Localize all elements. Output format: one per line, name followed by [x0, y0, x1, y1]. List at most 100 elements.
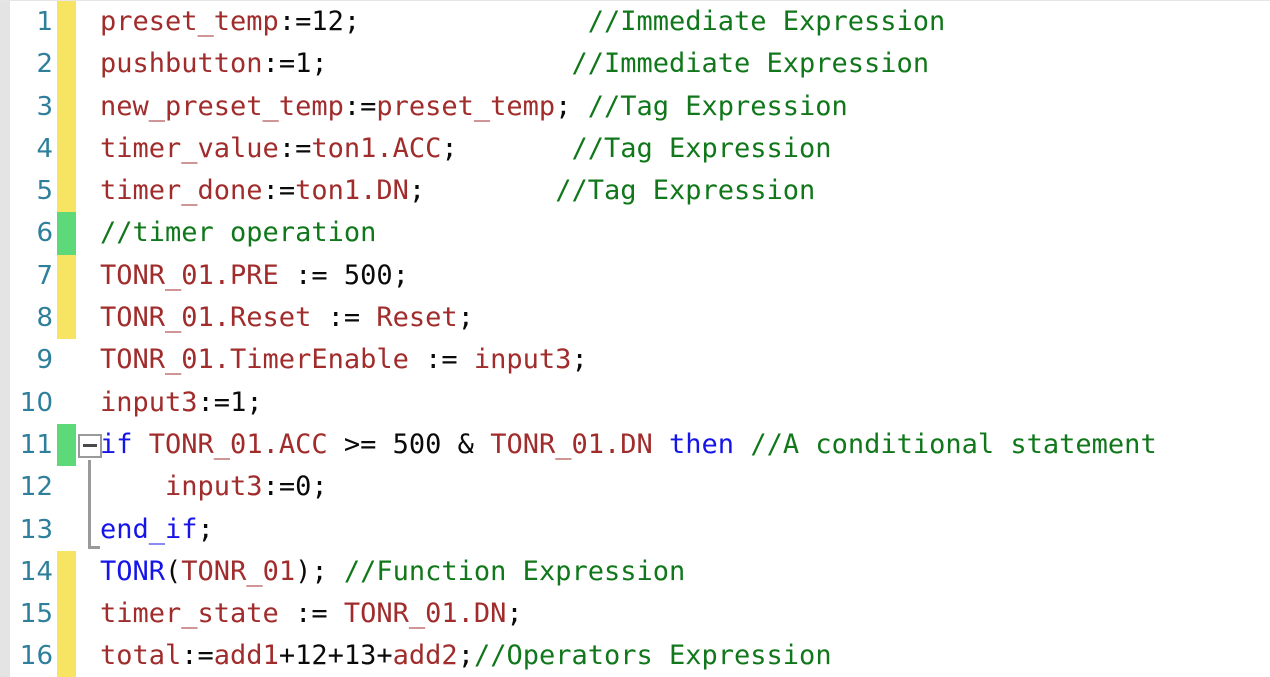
token-plain: := [278, 259, 344, 291]
code-text[interactable]: //timer operation [100, 212, 376, 254]
code-text[interactable]: input3:=1; [100, 382, 263, 424]
token-plain: 500 [392, 428, 442, 460]
code-line[interactable]: 5 timer_done:=ton1.DN; //Tag Expression [0, 170, 1270, 213]
code-text[interactable]: TONR_01.PRE := 500; [100, 255, 409, 297]
code-text[interactable]: preset_temp:=12; //Immediate Expression [100, 1, 945, 43]
code-text[interactable]: timer_state := TONR_01.DN; [100, 593, 523, 635]
fold-collapse-icon[interactable] [78, 434, 102, 458]
code-line[interactable]: 9 TONR_01.TimerEnable := input3; [0, 339, 1270, 381]
token-plain: := [262, 48, 296, 80]
token-plain: ; [441, 132, 458, 164]
code-line[interactable]: 14 TONR(TONR_01); //Function Expression [0, 550, 1270, 594]
token-keyword: then [669, 428, 735, 460]
token-plain: 12 [295, 640, 328, 672]
change-marker-modified[interactable] [57, 127, 76, 171]
token-plain: := [197, 386, 231, 418]
token-comment: //Function Expression [343, 555, 686, 587]
token-comment: //A conditional statement [750, 428, 1157, 460]
token-tag: TONR_01.Reset [100, 302, 312, 334]
line-number: 3 [36, 91, 53, 122]
change-marker-added[interactable] [57, 423, 76, 467]
token-plain: := [278, 598, 344, 630]
code-text[interactable]: input3:=0; [100, 466, 328, 508]
code-line[interactable]: 7 TONR_01.PRE := 500; [0, 254, 1270, 298]
code-text[interactable]: TONR_01.TimerEnable := input3; [100, 339, 588, 381]
token-comment: //timer operation [100, 217, 377, 249]
token-plain: ; [311, 48, 328, 80]
change-marker-modified[interactable] [57, 550, 76, 594]
code-text[interactable]: timer_done:=ton1.DN; //Tag Expression [100, 170, 815, 212]
code-line[interactable]: 11 if TONR_01.ACC >= 500 & TONR_01.DN the… [0, 423, 1270, 467]
token-plain: + [327, 640, 344, 672]
token-comment: //Tag Expression [571, 132, 832, 164]
change-marker-none[interactable] [57, 466, 76, 508]
token-plain: ; [506, 598, 523, 630]
code-line[interactable]: 1 preset_temp:=12; //Immediate Expression [0, 1, 1270, 44]
code-line[interactable]: 13 end_if; [0, 509, 1270, 551]
code-text[interactable]: timer_value:=ton1.ACC; //Tag Expression [100, 128, 832, 170]
code-text[interactable]: new_preset_temp:=preset_temp; //Tag Expr… [100, 86, 848, 128]
token-comment: //Tag Expression [587, 90, 848, 122]
code-text[interactable]: if TONR_01.ACC >= 500 & TONR_01.DN then … [100, 424, 1157, 466]
token-plain: := [262, 471, 296, 503]
code-text[interactable]: pushbutton:=1; //Immediate Expression [100, 43, 929, 85]
token-keyword: TONR [100, 555, 166, 587]
line-number: 2 [36, 49, 53, 80]
token-plain: 13 [343, 640, 377, 672]
token-plain: := [408, 344, 474, 376]
change-marker-none[interactable] [57, 339, 76, 381]
token-plain: + [278, 640, 296, 672]
code-line[interactable]: 2 pushbutton:=1; //Immediate Expression [0, 43, 1270, 86]
change-marker-modified[interactable] [57, 593, 76, 636]
code-line-list: 1 preset_temp:=12; //Immediate Expression… [0, 1, 1270, 677]
code-editor[interactable]: 1 preset_temp:=12; //Immediate Expression… [0, 0, 1270, 677]
code-text[interactable]: end_if; [100, 509, 214, 551]
code-text[interactable]: TONR(TONR_01); //Function Expression [100, 551, 685, 593]
token-plain: ; [311, 555, 344, 587]
token-tag: timer_done [100, 175, 263, 207]
code-line[interactable]: 12 input3:=0; [0, 466, 1270, 508]
code-line[interactable]: 3 new_preset_temp:=preset_temp; //Tag Exp… [0, 85, 1270, 128]
code-text[interactable]: TONR_01.Reset := Reset; [100, 297, 474, 339]
change-marker-modified[interactable] [57, 297, 76, 340]
code-line[interactable]: 6 //timer operation [0, 212, 1270, 255]
line-number: 8 [36, 303, 53, 334]
code-line[interactable]: 8 TONR_01.Reset := Reset; [0, 297, 1270, 340]
token-plain: ; [246, 386, 263, 418]
code-line[interactable]: 16 total:=add1+12+13+add2;//Operators Exp… [0, 635, 1270, 677]
token-plain: ; [408, 175, 426, 207]
token-plain: ; [457, 640, 474, 672]
token-tag: pushbutton [100, 48, 263, 80]
code-line[interactable]: 4 timer_value:=ton1.ACC; //Tag Expression [0, 127, 1270, 171]
change-marker-modified[interactable] [57, 43, 76, 86]
line-number: 11 [19, 429, 53, 460]
token-comment: //Operators Expression [473, 640, 832, 672]
change-marker-modified[interactable] [57, 635, 76, 677]
token-plain: ( [165, 555, 182, 587]
token-plain: ) [295, 555, 312, 587]
change-marker-modified[interactable] [57, 85, 76, 128]
token-tag: ton1.DN [295, 175, 409, 207]
change-marker-modified[interactable] [57, 170, 76, 213]
line-number: 9 [36, 345, 53, 376]
code-line[interactable]: 10 input3:=1; [0, 382, 1270, 424]
fold-region-bracket-foot [88, 546, 100, 549]
change-marker-modified[interactable] [57, 1, 76, 44]
token-tag: TONR_01.ACC [148, 428, 328, 460]
code-text[interactable]: total:=add1+12+13+add2;//Operators Expre… [100, 635, 832, 677]
code-line[interactable]: 15 timer_state := TONR_01.DN; [0, 593, 1270, 636]
change-marker-added[interactable] [57, 212, 76, 255]
token-tag: input3 [165, 471, 263, 503]
change-marker-modified[interactable] [57, 254, 76, 298]
line-number: 6 [36, 218, 53, 249]
change-marker-none[interactable] [57, 509, 76, 551]
line-number: 10 [19, 387, 53, 418]
line-number: 7 [36, 260, 53, 291]
token-plain: 1 [230, 386, 247, 418]
change-marker-none[interactable] [57, 382, 76, 424]
